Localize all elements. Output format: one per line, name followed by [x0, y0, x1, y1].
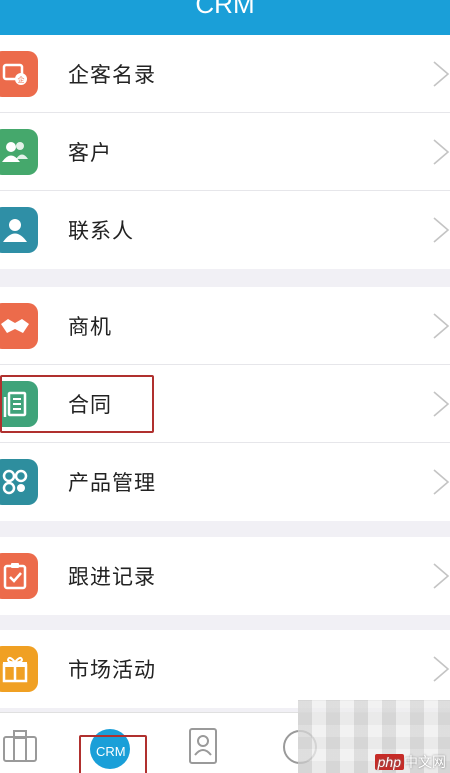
- watermark: php 中文网: [374, 752, 446, 772]
- menu-group-3: 跟进记录: [0, 537, 450, 615]
- chevron-right-icon: [433, 391, 450, 417]
- contract-highlight-box: [0, 375, 154, 433]
- menu-item-customers[interactable]: 客户: [0, 113, 450, 191]
- menu-group-4: 市场活动: [0, 630, 450, 708]
- page-title: CRM: [195, 0, 255, 19]
- menu-item-opportunities[interactable]: 商机: [0, 287, 450, 365]
- app-header: CRM: [0, 0, 450, 35]
- chevron-right-icon: [433, 217, 450, 243]
- watermark-brand: php: [374, 754, 404, 770]
- menu-item-label: 跟进记录: [68, 565, 156, 589]
- chevron-right-icon: [433, 139, 450, 165]
- menu-item-marketing-activities[interactable]: 市场活动: [0, 630, 450, 708]
- menu-group-1: 企 企客名录 客户 联系人: [0, 35, 450, 269]
- follow-up-icon: [0, 553, 38, 599]
- menu-item-label: 产品管理: [68, 471, 156, 495]
- menu-item-label: 企客名录: [68, 62, 156, 87]
- gift-icon: [0, 646, 38, 692]
- watermark-text: 中文网: [404, 754, 446, 770]
- menu-item-follow-up-records[interactable]: 跟进记录: [0, 537, 450, 615]
- chevron-right-icon: [433, 563, 450, 589]
- menu-item-company-directory[interactable]: 企 企客名录: [0, 35, 450, 113]
- menu-item-label: 商机: [68, 314, 112, 339]
- svg-text:企: 企: [18, 75, 25, 84]
- contact-icon: [0, 207, 38, 253]
- menu-item-label: 市场活动: [68, 658, 156, 682]
- crm-tab-highlight-box: [79, 735, 147, 773]
- handshake-icon: [0, 303, 38, 349]
- menu-item-label: 联系人: [68, 219, 134, 243]
- menu-item-label: 客户: [68, 140, 112, 165]
- menu-item-contacts[interactable]: 联系人: [0, 191, 450, 269]
- briefcase-icon: [3, 730, 37, 762]
- chevron-right-icon: [433, 656, 450, 682]
- tab-contacts-book[interactable]: [184, 725, 220, 769]
- chevron-right-icon: [433, 61, 450, 87]
- contacts-book-icon: [189, 728, 217, 764]
- chevron-right-icon: [433, 469, 450, 495]
- product-icon: [0, 459, 38, 505]
- customers-icon: [0, 129, 38, 175]
- chevron-right-icon: [433, 313, 450, 339]
- tab-briefcase[interactable]: [2, 723, 38, 767]
- menu-item-product-management[interactable]: 产品管理: [0, 443, 450, 521]
- company-directory-icon: 企: [0, 51, 38, 97]
